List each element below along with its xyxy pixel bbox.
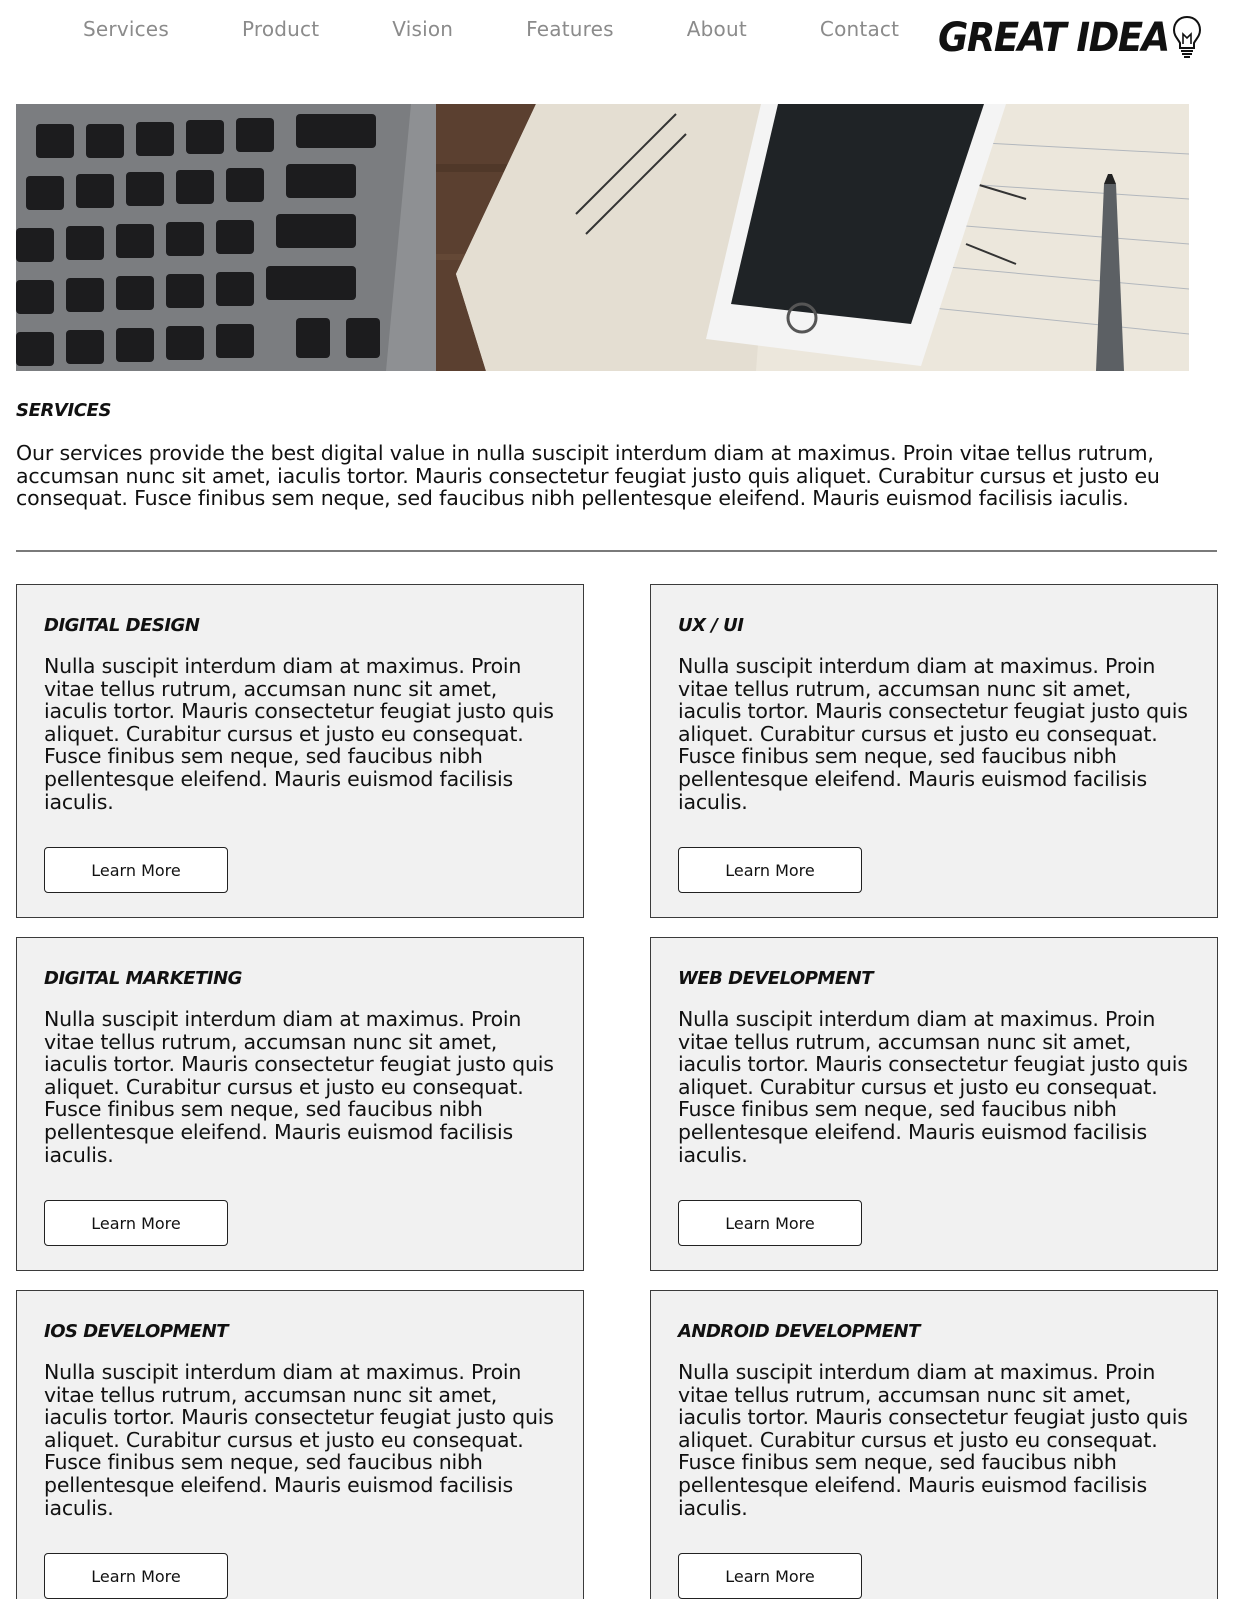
card-title: IOS DEVELOPMENT [44,1321,229,1342]
learn-more-button[interactable]: Learn More [44,847,228,893]
logo-text: GREAT IDEA [938,13,1170,61]
learn-more-button[interactable]: Learn More [44,1200,228,1246]
card-text: Nulla suscipit interdum diam at maximus.… [678,654,1188,814]
service-card-ios-development: IOS DEVELOPMENT Nulla suscipit interdum … [16,1290,584,1599]
lightbulb-icon [1172,15,1201,58]
service-card-digital-marketing: DIGITAL MARKETING Nulla suscipit interdu… [16,937,584,1271]
card-title: WEB DEVELOPMENT [678,968,873,989]
card-text: Nulla suscipit interdum diam at maximus.… [678,1007,1188,1167]
nav-link-services[interactable]: Services [83,16,169,42]
card-title: ANDROID DEVELOPMENT [678,1321,920,1342]
service-card-web-development: WEB DEVELOPMENT Nulla suscipit interdum … [650,937,1218,1271]
services-intro: Our services provide the best digital va… [16,441,1160,510]
hero-image [16,104,1189,371]
nav-links: Services Product Vision Features About C… [83,16,899,42]
nav-link-vision[interactable]: Vision [392,16,453,42]
learn-more-button[interactable]: Learn More [678,1553,862,1599]
top-nav: Services Product Vision Features About C… [0,0,1237,100]
card-title: DIGITAL MARKETING [44,968,242,989]
section-divider [16,550,1217,552]
service-card-digital-design: DIGITAL DESIGN Nulla suscipit interdum d… [16,584,584,918]
learn-more-button[interactable]: Learn More [678,847,862,893]
card-title: DIGITAL DESIGN [44,615,200,636]
service-card-ux-ui: UX / UI Nulla suscipit interdum diam at … [650,584,1218,918]
site-logo[interactable]: GREAT IDEA [938,14,1203,60]
service-card-android-development: ANDROID DEVELOPMENT Nulla suscipit inter… [650,1290,1218,1599]
nav-link-about[interactable]: About [687,16,747,42]
learn-more-button[interactable]: Learn More [678,1200,862,1246]
nav-link-product[interactable]: Product [242,16,319,42]
services-title: SERVICES [16,400,112,421]
card-text: Nulla suscipit interdum diam at maximus.… [678,1360,1188,1520]
card-text: Nulla suscipit interdum diam at maximus.… [44,1007,554,1167]
nav-link-features[interactable]: Features [526,16,614,42]
card-text: Nulla suscipit interdum diam at maximus.… [44,1360,554,1520]
nav-link-contact[interactable]: Contact [820,16,899,42]
card-title: UX / UI [678,615,744,636]
card-text: Nulla suscipit interdum diam at maximus.… [44,654,554,814]
learn-more-button[interactable]: Learn More [44,1553,228,1599]
